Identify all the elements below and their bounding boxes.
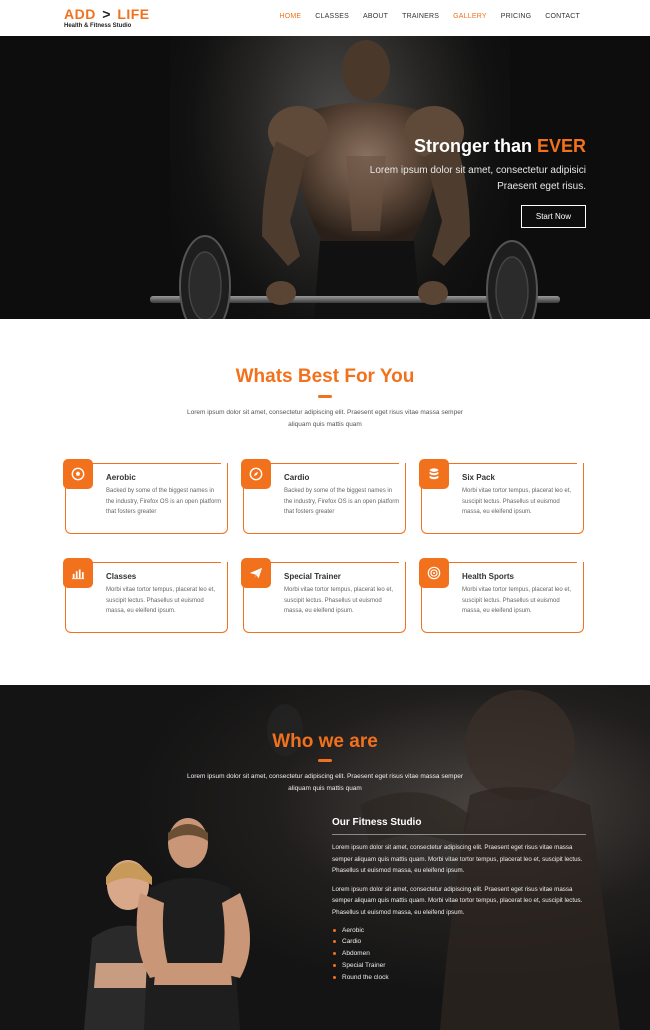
best-section-title: Whats Best For You bbox=[235, 366, 415, 387]
compass-icon bbox=[241, 459, 271, 489]
hero-title-highlight: EVER bbox=[536, 136, 586, 156]
site-logo[interactable]: ADD > LIFE Health & Fitness Studio bbox=[64, 6, 150, 29]
feature-card-six-pack[interactable]: Six Pack Morbi vitae tortor tempus, plac… bbox=[419, 459, 584, 534]
feature-title: Cardio bbox=[284, 473, 310, 482]
logo-tagline: Health & Fitness Studio bbox=[64, 23, 132, 29]
nav-home[interactable]: HOME bbox=[279, 13, 301, 20]
list-item: Special Trainer bbox=[332, 960, 586, 972]
fitness-studio-info: Our Fitness Studio Lorem ipsum dolor sit… bbox=[332, 817, 586, 984]
start-now-button[interactable]: Start Now bbox=[520, 205, 586, 228]
who-section-description: Lorem ipsum dolor sit amet, consectetur … bbox=[186, 773, 463, 792]
hero-title: Stronger than EVER bbox=[413, 136, 586, 156]
nav-contact[interactable]: CONTACT bbox=[545, 13, 580, 20]
soccer-ball-icon bbox=[63, 459, 93, 489]
hero-banner: Stronger than EVER Lorem ipsum dolor sit… bbox=[0, 36, 650, 319]
list-item: Aerobic bbox=[332, 925, 586, 937]
list-item: Abdomen bbox=[332, 948, 586, 960]
studio-title: Our Fitness Studio bbox=[332, 817, 586, 835]
feature-title: Six Pack bbox=[462, 473, 495, 482]
studio-paragraph-1: Lorem ipsum dolor sit amet, consectetur … bbox=[332, 844, 583, 875]
paper-plane-icon bbox=[241, 558, 271, 588]
hero-subtitle: Lorem ipsum dolor sit amet, consectetur … bbox=[369, 165, 586, 192]
nav-classes[interactable]: CLASSES bbox=[315, 13, 349, 20]
feature-title: Aerobic bbox=[106, 473, 136, 482]
nav-pricing[interactable]: PRICING bbox=[501, 13, 532, 20]
best-section-description: Lorem ipsum dolor sit amet, consectetur … bbox=[186, 409, 463, 428]
feature-card-aerobic[interactable]: Aerobic Backed by some of the biggest na… bbox=[63, 459, 228, 534]
who-we-are-section: Who we are Lorem ipsum dolor sit amet, c… bbox=[0, 685, 650, 1030]
hero-content: Stronger than EVER Lorem ipsum dolor sit… bbox=[336, 136, 586, 228]
feature-card-classes[interactable]: Classes Morbi vitae tortor tempus, place… bbox=[63, 558, 228, 633]
bar-chart-icon bbox=[63, 558, 93, 588]
feature-description: Morbi vitae tortor tempus, placerat leo … bbox=[106, 587, 216, 614]
list-item: Round the clock bbox=[332, 972, 586, 984]
nav-gallery[interactable]: GALLERY bbox=[453, 13, 487, 20]
logo-wordmark: ADD > LIFE bbox=[64, 6, 150, 22]
feature-description: Morbi vitae tortor tempus, placerat leo … bbox=[284, 587, 394, 614]
feature-card-cardio[interactable]: Cardio Backed by some of the biggest nam… bbox=[241, 459, 406, 534]
feature-title: Special Trainer bbox=[284, 572, 341, 581]
trainers-image bbox=[84, 818, 250, 1030]
site-header: ADD > LIFE Health & Fitness Studio HOME … bbox=[0, 0, 650, 36]
feature-title: Health Sports bbox=[462, 572, 515, 581]
feature-title: Classes bbox=[106, 572, 137, 581]
feature-card-special-trainer[interactable]: Special Trainer Morbi vitae tortor tempu… bbox=[241, 558, 406, 633]
feature-description: Morbi vitae tortor tempus, placerat leo … bbox=[462, 488, 572, 515]
nav-trainers[interactable]: TRAINERS bbox=[402, 13, 439, 20]
nav-about[interactable]: ABOUT bbox=[363, 13, 388, 20]
feature-card-health-sports[interactable]: Health Sports Morbi vitae tortor tempus,… bbox=[419, 558, 584, 633]
feature-description: Morbi vitae tortor tempus, placerat leo … bbox=[462, 587, 572, 614]
target-icon bbox=[419, 558, 449, 588]
title-separator bbox=[318, 395, 332, 398]
title-separator bbox=[318, 759, 332, 762]
feature-description: Backed by some of the biggest names in t… bbox=[106, 488, 222, 515]
main-nav: HOME CLASSES ABOUT TRAINERS GALLERY PRIC… bbox=[279, 13, 580, 20]
who-section-title: Who we are bbox=[272, 731, 378, 752]
list-item: Cardio bbox=[332, 936, 586, 948]
services-list: Aerobic Cardio Abdomen Special Trainer R… bbox=[332, 925, 586, 984]
feature-description: Backed by some of the biggest names in t… bbox=[284, 488, 400, 515]
studio-paragraph-2: Lorem ipsum dolor sit amet, consectetur … bbox=[332, 885, 583, 916]
database-icon bbox=[419, 459, 449, 489]
